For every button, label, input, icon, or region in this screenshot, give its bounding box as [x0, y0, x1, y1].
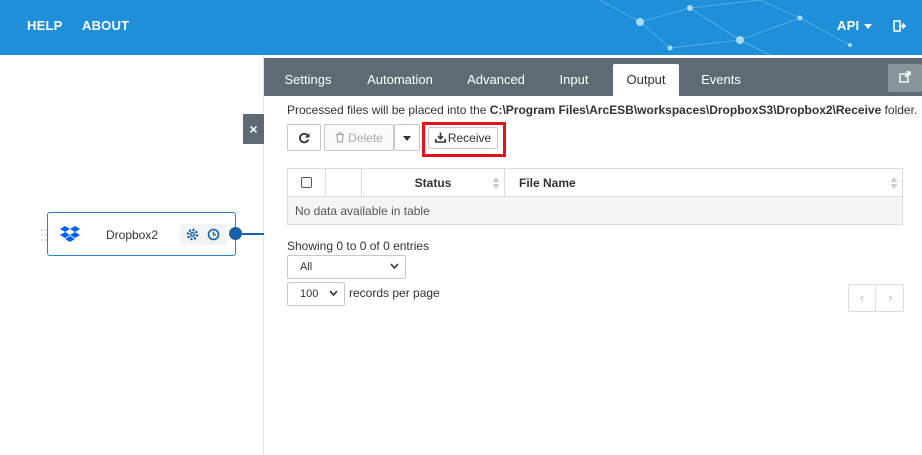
connector-name: Dropbox2	[106, 228, 159, 242]
table-row: No data available in table	[287, 196, 903, 225]
connection-line	[242, 233, 264, 235]
drag-handle-icon[interactable]	[40, 228, 48, 242]
trash-icon	[336, 131, 345, 143]
chevron-down-icon	[390, 263, 399, 269]
select-all-checkbox[interactable]	[301, 177, 312, 188]
refresh-icon	[299, 133, 310, 144]
tab-settings[interactable]: Settings	[274, 64, 342, 96]
connector-settings-panel: Settings Automation Advanced Input Outpu…	[264, 55, 922, 455]
nav-api-label: API	[837, 18, 860, 33]
file-name-header-label: File Name	[519, 175, 576, 190]
output-files-table: Status File Name No data available in ta…	[287, 168, 903, 225]
file-name-column-header[interactable]: File Name	[504, 168, 903, 197]
tab-events[interactable]: Events	[692, 64, 750, 96]
tab-input[interactable]: Input	[547, 64, 601, 96]
entries-info: Showing 0 to 0 of 0 entries	[287, 239, 430, 253]
pagination: ‹ ›	[848, 284, 904, 312]
empty-table-message: No data available in table	[287, 196, 903, 225]
chevron-down-icon	[864, 24, 873, 30]
output-folder-path: C:\Program Files\ArcESB\workspaces\Dropb…	[489, 103, 882, 117]
external-link-icon	[899, 71, 911, 83]
sort-icon	[492, 177, 500, 189]
gear-icon[interactable]	[186, 228, 199, 241]
empty-header	[325, 168, 362, 197]
tab-bar: Settings Automation Advanced Input Outpu…	[264, 58, 922, 96]
next-page-button[interactable]: ›	[877, 285, 904, 311]
nav-api-dropdown[interactable]: API	[837, 18, 873, 33]
info-prefix: Processed files will be placed into the	[287, 103, 490, 117]
close-panel-button[interactable]: ×	[243, 114, 264, 144]
delete-options-dropdown[interactable]	[394, 124, 420, 151]
connector-output-port[interactable]	[229, 227, 242, 240]
output-folder-info: Processed files will be placed into the …	[287, 103, 917, 117]
page-size-select[interactable]: 100	[287, 282, 345, 306]
network-decoration	[599, 0, 852, 55]
sort-icon	[890, 177, 898, 189]
caret-down-icon	[403, 135, 411, 141]
top-navigation-bar: HELP ABOUT API	[0, 0, 922, 55]
filter-select-value: All	[300, 261, 313, 273]
nav-help-link[interactable]: HELP	[27, 18, 62, 33]
sign-out-icon[interactable]	[893, 19, 907, 33]
clock-icon[interactable]	[207, 228, 220, 241]
tab-automation[interactable]: Automation	[359, 64, 441, 96]
chevron-down-icon	[329, 290, 338, 296]
tab-advanced[interactable]: Advanced	[461, 64, 531, 96]
records-per-page-label: records per page	[349, 286, 440, 300]
filter-select[interactable]: All	[287, 255, 406, 279]
delete-label: Delete	[348, 130, 383, 145]
tab-output[interactable]: Output	[613, 64, 679, 96]
status-header-label: Status	[414, 175, 452, 190]
status-column-header[interactable]: Status	[361, 168, 505, 197]
connector-node-dropbox2[interactable]: Dropbox2	[41, 212, 236, 256]
page-size-value: 100	[300, 288, 319, 300]
popout-button[interactable]	[888, 64, 922, 92]
nav-about-link[interactable]: ABOUT	[82, 18, 129, 33]
refresh-button[interactable]	[287, 124, 321, 151]
select-all-header[interactable]	[287, 168, 326, 197]
previous-page-button[interactable]: ‹	[849, 285, 876, 311]
dropbox-logo-icon	[60, 226, 80, 242]
info-suffix: folder.	[881, 103, 918, 117]
delete-button[interactable]: Delete	[324, 124, 394, 151]
receive-highlight-box	[422, 122, 506, 157]
